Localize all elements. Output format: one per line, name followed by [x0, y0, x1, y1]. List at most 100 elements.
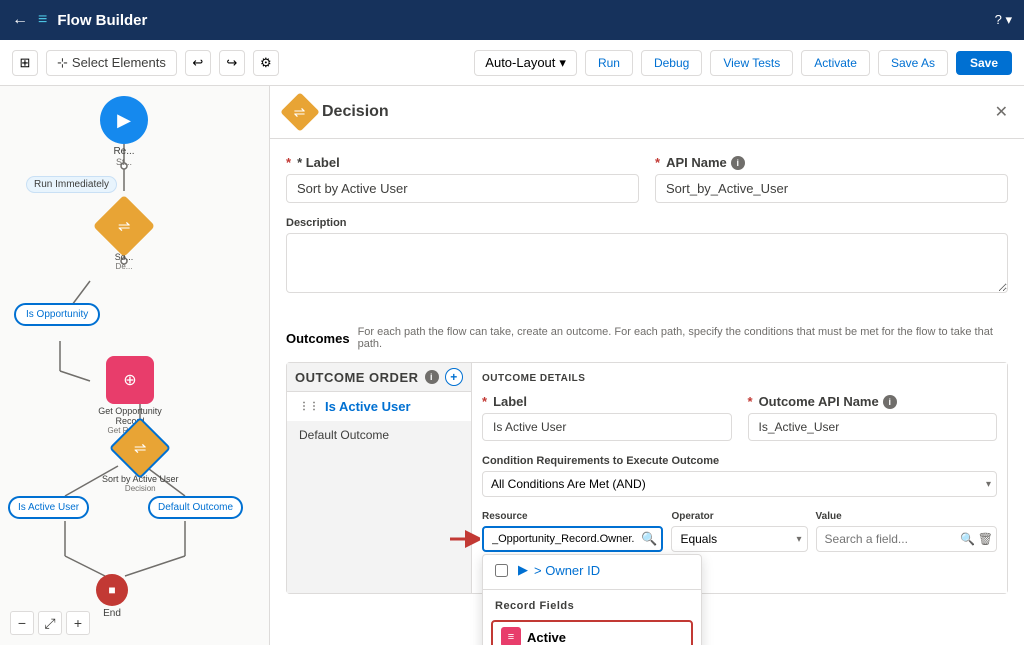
zoom-out-button[interactable]: − — [10, 611, 34, 635]
active-field-item[interactable]: ≡ Active — [491, 620, 693, 645]
flow-icon: ≡ — [38, 11, 47, 29]
value-delete-icon[interactable]: 🗑 — [978, 532, 993, 546]
outcomes-layout: OUTCOME ORDER i + ⋮⋮ Is Active User Defa… — [286, 362, 1008, 594]
resource-search-icon[interactable]: 🔍 — [641, 531, 657, 547]
view-tests-button[interactable]: View Tests — [710, 50, 793, 76]
run-button[interactable]: Run — [585, 50, 633, 76]
value-field: Value 🔍 🗑 — [816, 511, 997, 552]
add-outcome-button[interactable]: + — [445, 368, 463, 386]
sort-active-user-node[interactable]: ⇌ Sort by Active User Decision — [102, 426, 179, 493]
active-field-label: Active — [527, 630, 566, 645]
resource-input[interactable] — [482, 526, 663, 552]
record-fields-section-label: Record Fields — [483, 594, 701, 616]
start-node[interactable]: ▶ Re... St... — [100, 96, 148, 167]
description-label: Description — [286, 217, 1008, 229]
nav-bar: ← ≡ Flow Builder ? ▾ — [0, 0, 1024, 40]
api-name-label: * API Name i — [655, 155, 1008, 170]
outcomes-description: For each path the flow can take, create … — [358, 326, 1008, 350]
condition-req-select-wrapper: All Conditions Are Met (AND) ▾ — [482, 471, 997, 497]
outcome-api-name-field-group: * Outcome API Name i — [748, 394, 998, 441]
owner-id-checkbox[interactable] — [495, 564, 508, 577]
api-name-input[interactable] — [655, 174, 1008, 203]
run-immediately-label: Run Immediately — [26, 176, 117, 193]
api-name-field-group: * API Name i — [655, 155, 1008, 203]
layout-select[interactable]: Auto-Layout ▾ — [474, 50, 577, 76]
label-field-group: * * Label — [286, 155, 639, 203]
resource-input-wrapper: 🔍 ▶ > Owner ID Record Fields — [482, 526, 663, 552]
outcomes-title: Outcomes — [286, 331, 350, 346]
label-input[interactable] — [286, 174, 639, 203]
resource-dropdown: ▶ > Owner ID Record Fields ≡ Active — [482, 554, 702, 645]
drag-handle-icon: ⋮⋮ — [299, 401, 319, 412]
is-opportunity-node[interactable]: Is Opportunity — [14, 303, 100, 326]
outcome-order-header: OUTCOME ORDER i + — [287, 363, 471, 392]
outcome-details: OUTCOME DETAILS * Label * — [472, 363, 1007, 593]
decision-icon: ⇌ — [280, 92, 320, 132]
save-button[interactable]: Save — [956, 51, 1012, 75]
redo-button[interactable]: ↪ — [219, 50, 245, 76]
app-title: Flow Builder — [57, 12, 984, 29]
owner-id-item[interactable]: ▶ > Owner ID — [483, 555, 701, 585]
operator-select[interactable]: Equals — [671, 526, 807, 552]
activate-button[interactable]: Activate — [801, 50, 870, 76]
description-field-group: Description — [286, 217, 1008, 296]
value-label: Value — [816, 511, 997, 522]
outcome-label-input[interactable] — [482, 413, 732, 441]
toolbar: ⊞ ⊹ Select Elements ↩ ↪ ⚙ Auto-Layout ▾ … — [0, 40, 1024, 86]
is-active-user-node[interactable]: Is Active User — [8, 496, 89, 519]
outcomes-header: Outcomes For each path the flow can take… — [286, 326, 1008, 350]
label-field-label: * * Label — [286, 155, 639, 170]
panel-body: * * Label * API Name i Description — [270, 139, 1024, 326]
api-name-info-icon[interactable]: i — [731, 156, 745, 170]
resource-label: Resource — [482, 511, 663, 522]
close-button[interactable]: ✕ — [995, 102, 1008, 122]
default-outcome-item[interactable]: Default Outcome — [287, 421, 471, 449]
label-apiname-row: * * Label * API Name i — [286, 155, 1008, 217]
chevron-right-icon: ▶ — [518, 562, 528, 578]
outcome-api-name-info-icon[interactable]: i — [883, 395, 897, 409]
main-area: ▶ Re... St... Run Immediately ⇌ So... De… — [0, 86, 1024, 645]
value-input-wrapper: 🔍 🗑 — [816, 526, 997, 552]
owner-id-label: > Owner ID — [534, 563, 600, 578]
toggle-button[interactable]: ⊞ — [12, 50, 38, 76]
outcome-api-name-input[interactable] — [748, 413, 998, 441]
outcome-order-info-icon[interactable]: i — [425, 370, 439, 384]
description-textarea[interactable] — [286, 233, 1008, 293]
decision-panel: ⇌ Decision ✕ * * Label * API Name — [270, 86, 1024, 645]
operator-field: Operator Equals ▾ — [671, 511, 807, 552]
condition-req-label: Condition Requirements to Execute Outcom… — [482, 455, 997, 467]
canvas-controls: − ⤢ + — [10, 611, 90, 635]
outcome-label-apiname-row: * Label * Outcome API Name i — [482, 394, 997, 455]
flow-canvas[interactable]: ▶ Re... St... Run Immediately ⇌ So... De… — [0, 86, 270, 645]
outcome-item-is-active-user[interactable]: ⋮⋮ Is Active User — [287, 392, 471, 421]
undo-button[interactable]: ↩ — [185, 50, 211, 76]
outcomes-list: OUTCOME ORDER i + ⋮⋮ Is Active User Defa… — [287, 363, 472, 593]
select-elements-icon: ⊹ — [57, 55, 68, 71]
debug-button[interactable]: Debug — [641, 50, 702, 76]
outcome-details-title: OUTCOME DETAILS — [482, 373, 997, 384]
expand-button[interactable]: ⤢ — [38, 611, 62, 635]
active-field-icon: ≡ — [501, 627, 521, 645]
outcomes-section: Outcomes For each path the flow can take… — [270, 326, 1024, 610]
get-opportunity-node[interactable]: ⊕ Get Opportunity Record Get Records — [90, 356, 170, 435]
settings-button[interactable]: ⚙ — [253, 50, 279, 76]
outcome-label-field-group: * Label — [482, 394, 732, 441]
condition-req-field-group: Condition Requirements to Execute Outcom… — [482, 455, 997, 497]
operator-select-wrapper: Equals ▾ — [671, 526, 807, 552]
condition-row: Resource — [482, 511, 997, 552]
select-elements-button[interactable]: ⊹ Select Elements — [46, 50, 177, 76]
default-outcome-node[interactable]: Default Outcome — [148, 496, 243, 519]
save-as-button[interactable]: Save As — [878, 50, 948, 76]
condition-req-select[interactable]: All Conditions Are Met (AND) — [482, 471, 997, 497]
panel-title: Decision — [322, 103, 987, 121]
end-node[interactable]: ■ End — [96, 574, 128, 619]
layout-dropdown-icon: ▾ — [559, 55, 566, 71]
back-icon[interactable]: ← — [12, 11, 28, 29]
red-arrow-annotation — [450, 528, 480, 553]
sort-decision-node[interactable]: ⇌ So... De... — [102, 204, 146, 271]
zoom-in-button[interactable]: + — [66, 611, 90, 635]
dropdown-divider — [483, 589, 701, 590]
help-icon[interactable]: ? ▾ — [995, 12, 1012, 28]
value-search-icon[interactable]: 🔍 — [960, 532, 975, 546]
resource-field: Resource — [482, 511, 663, 552]
